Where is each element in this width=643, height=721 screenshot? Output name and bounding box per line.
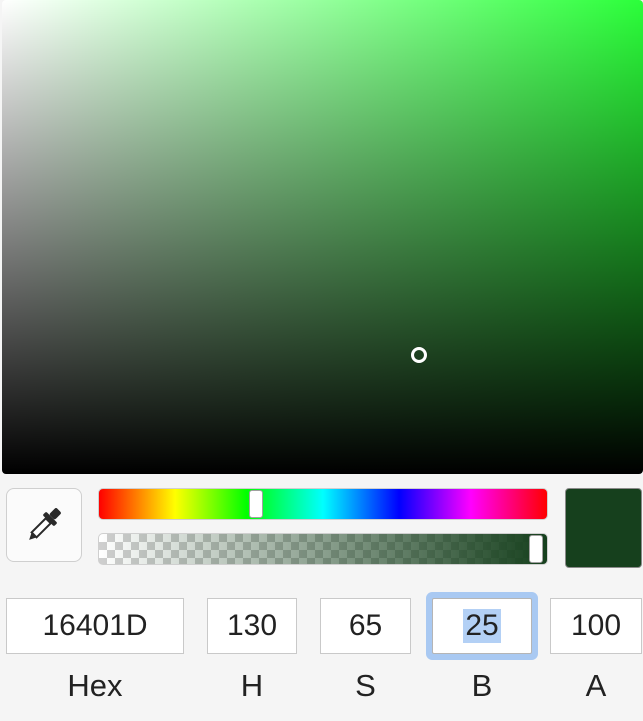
hue-slider[interactable]	[98, 488, 548, 520]
eyedropper-button[interactable]	[6, 488, 82, 562]
alpha-slider[interactable]	[98, 533, 548, 565]
saturation-label: S	[355, 668, 376, 703]
alpha-input[interactable]: 100	[550, 598, 642, 654]
saturation-brightness-area[interactable]	[2, 0, 643, 474]
saturation-value: 65	[348, 609, 383, 642]
alpha-slider-thumb[interactable]	[529, 535, 543, 563]
brightness-label: B	[471, 668, 493, 703]
hue-label: H	[240, 668, 264, 703]
hue-slider-thumb[interactable]	[249, 490, 263, 518]
alpha-label: A	[585, 668, 607, 703]
color-selector-handle[interactable]	[411, 347, 427, 363]
eyedropper-icon	[29, 508, 61, 540]
saturation-input[interactable]: 65	[320, 598, 411, 654]
hex-input[interactable]: 16401D	[6, 598, 184, 654]
alpha-value: 100	[570, 609, 622, 642]
hex-value: 16401D	[42, 609, 148, 642]
current-color-swatch	[565, 488, 642, 568]
hue-input[interactable]: 130	[207, 598, 297, 654]
brightness-value: 25	[463, 609, 501, 643]
hex-label: Hex	[67, 668, 123, 703]
hue-value: 130	[226, 609, 278, 642]
brightness-input[interactable]: 25	[432, 598, 532, 654]
